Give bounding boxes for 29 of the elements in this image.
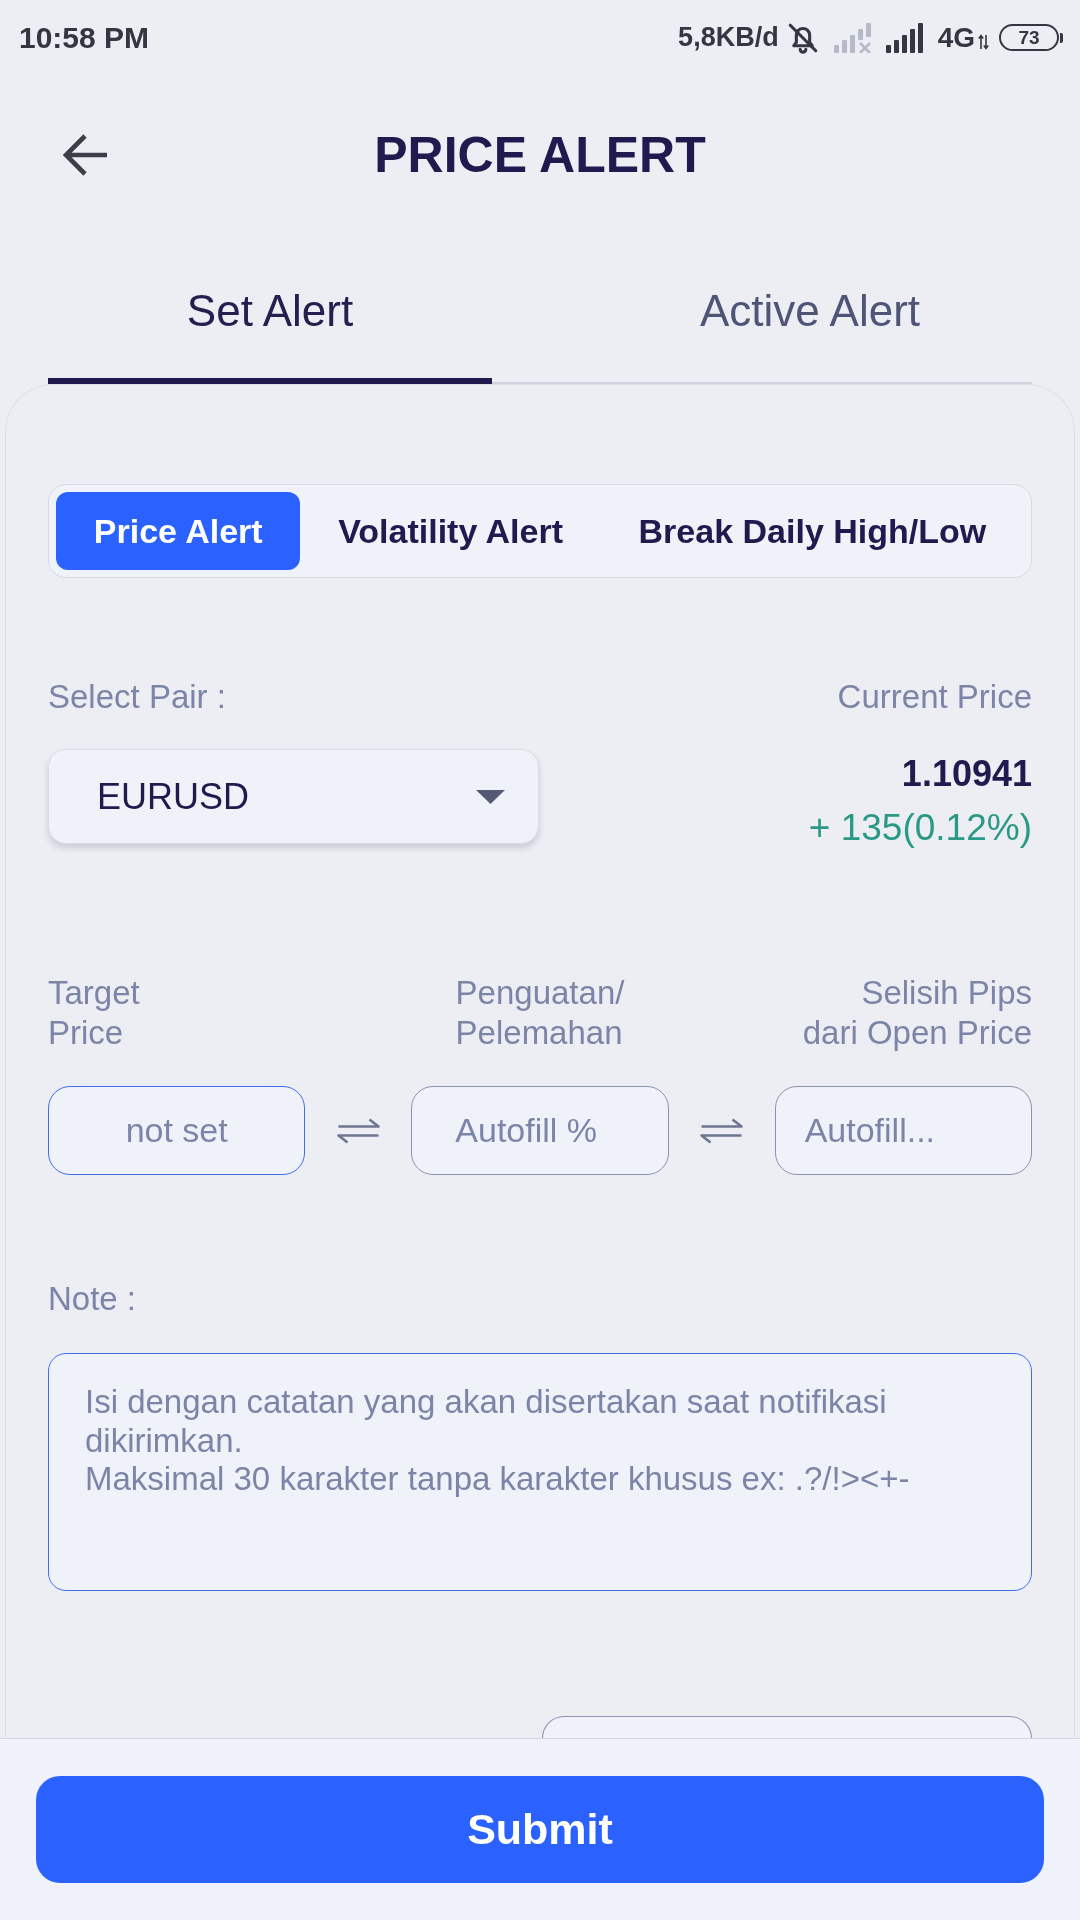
tab[interactable]: Set Alert bbox=[48, 235, 492, 384]
status-time: 10:58 PM bbox=[19, 20, 150, 55]
signal-off-icon bbox=[833, 22, 874, 53]
submit-button[interactable]: Submit bbox=[36, 1776, 1044, 1883]
field-label: Selisih Pips dari Open Price bbox=[802, 973, 1032, 1053]
field-label: Note : bbox=[48, 1279, 137, 1319]
network-type: 4G bbox=[937, 21, 975, 54]
segment-tab[interactable]: Volatility Alert bbox=[300, 492, 601, 570]
field-label: Select Pair : bbox=[48, 677, 226, 717]
input-field[interactable] bbox=[542, 1716, 1032, 1738]
swap-arrows-icon bbox=[336, 1117, 380, 1144]
field-label: Penguatan/ Pelemahan bbox=[455, 973, 625, 1053]
data-rate: 5,8KB/d bbox=[678, 22, 779, 53]
price-change: + 135(0.12%) bbox=[808, 808, 1032, 848]
note-field[interactable]: Isi dengan catatan yang akan disertakan saat notifikasi dikirimkan. Maksimal 30 karakter tanpa karakter khusus ex: .?/!><+- bbox=[48, 1353, 1032, 1591]
page-title: PRICE ALERT bbox=[374, 126, 706, 184]
segment-tab[interactable]: Price Alert bbox=[56, 492, 301, 570]
caret-icon bbox=[476, 789, 505, 804]
pair-dropdown[interactable]: EURUSD bbox=[48, 749, 539, 844]
tab[interactable]: Active Alert bbox=[588, 235, 1032, 384]
segment-tab[interactable]: Break Daily High/Low bbox=[600, 492, 1024, 570]
price-label: Current Price bbox=[837, 677, 1032, 717]
signal-icon bbox=[885, 22, 926, 53]
battery-level: 73 bbox=[1018, 28, 1040, 47]
data-arrows-icon bbox=[978, 33, 989, 50]
price-value: 1.10941 bbox=[901, 754, 1032, 794]
input-field[interactable]: not set bbox=[48, 1086, 306, 1175]
swap-arrows-icon bbox=[700, 1117, 744, 1144]
field-label: Target Price bbox=[48, 973, 140, 1053]
